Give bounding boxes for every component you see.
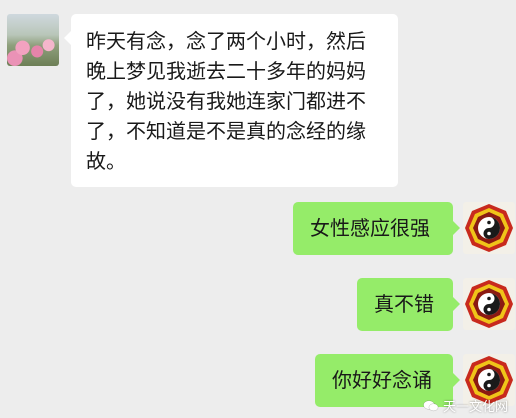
outgoing-message-bubble[interactable]: 真不错: [357, 278, 460, 331]
bagua-icon: [465, 280, 513, 328]
watermark: 天一文化网: [423, 396, 508, 415]
user-avatar[interactable]: [463, 278, 515, 330]
incoming-message-bubble[interactable]: 昨天有念，念了两个小时，然后晚上梦见我逝去二十多年的妈妈了，她说没有我她连家门都…: [64, 14, 398, 187]
user-avatar[interactable]: [463, 202, 515, 254]
wechat-logo-icon: [423, 399, 439, 411]
message-text: 昨天有念，念了两个小时，然后晚上梦见我逝去二十多年的妈妈了，她说没有我她连家门都…: [86, 29, 366, 173]
bagua-icon: [465, 204, 513, 252]
message-text: 你好好念诵: [332, 368, 432, 392]
watermark-text: 天一文化网: [442, 400, 508, 415]
message-text: 真不错: [374, 292, 434, 316]
contact-avatar[interactable]: [7, 14, 59, 66]
outgoing-message-bubble[interactable]: 女性感应很强: [293, 202, 460, 255]
message-text: 女性感应很强: [310, 216, 430, 240]
